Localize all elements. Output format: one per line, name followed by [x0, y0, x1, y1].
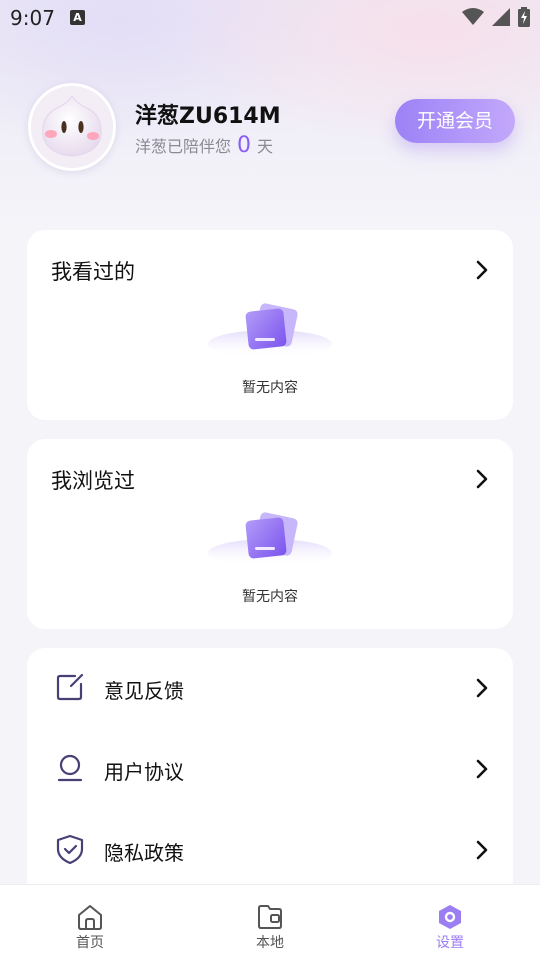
companion-suffix: 天: [257, 137, 274, 156]
chevron-right-icon: [476, 678, 488, 698]
settings-icon: [439, 905, 461, 929]
cell-signal-icon: [492, 8, 510, 26]
chevron-right-icon[interactable]: [475, 260, 489, 280]
nickname: 洋葱ZU614M: [135, 104, 281, 129]
privacy-shield-icon: [56, 834, 84, 864]
open-vip-button[interactable]: 开通会员: [395, 99, 515, 143]
chevron-right-icon: [476, 840, 488, 860]
user-agreement-icon: [57, 754, 83, 782]
avatar[interactable]: [28, 83, 116, 171]
empty-folder-icon: [208, 512, 332, 567]
wifi-icon: [462, 8, 484, 25]
watched-title[interactable]: 我看过的: [51, 256, 135, 286]
browsed-title[interactable]: 我浏览过: [51, 465, 135, 495]
menu-item-label: 意见反馈: [104, 679, 184, 703]
watched-card: 我看过的 暂无内容: [27, 230, 513, 420]
tab-label: 设置: [436, 935, 464, 951]
feedback-icon: [56, 673, 84, 701]
companion-days: 0: [237, 133, 252, 158]
tab-label: 本地: [256, 935, 284, 951]
status-bar: 9:07 A: [0, 0, 540, 36]
tab-label: 首页: [76, 935, 104, 951]
menu-item-label: 用户协议: [104, 760, 184, 784]
companion-info: 洋葱已陪伴您 0 天: [135, 133, 273, 158]
menu-item-feedback[interactable]: 意见反馈: [27, 648, 513, 728]
menu-item-user-agreement[interactable]: 用户协议: [27, 729, 513, 809]
menu-item-privacy-policy[interactable]: 隐私政策: [27, 810, 513, 890]
status-icons: [462, 7, 530, 27]
menu-item-label: 隐私政策: [104, 841, 184, 865]
bottom-tab-bar: 首页 本地 设置: [0, 884, 540, 960]
tab-home[interactable]: 首页: [0, 885, 180, 960]
tab-local[interactable]: 本地: [180, 885, 360, 960]
watched-empty-text: 暂无内容: [242, 380, 298, 396]
battery-charging-icon: [518, 7, 530, 27]
companion-prefix: 洋葱已陪伴您: [135, 137, 232, 156]
browsed-card: 我浏览过 暂无内容: [27, 439, 513, 629]
local-folder-icon: [258, 905, 282, 929]
empty-folder-icon: [208, 303, 332, 358]
tab-settings[interactable]: 设置: [360, 885, 540, 960]
chevron-right-icon[interactable]: [475, 469, 489, 489]
notification-app-icon: A: [70, 10, 85, 25]
settings-menu-card: 意见反馈 用户协议 隐私政策: [27, 648, 513, 898]
status-time: 9:07: [10, 6, 55, 30]
onion-mascot-icon: [31, 86, 113, 168]
chevron-right-icon: [476, 759, 488, 779]
home-icon: [78, 905, 102, 930]
browsed-empty-text: 暂无内容: [242, 589, 298, 605]
